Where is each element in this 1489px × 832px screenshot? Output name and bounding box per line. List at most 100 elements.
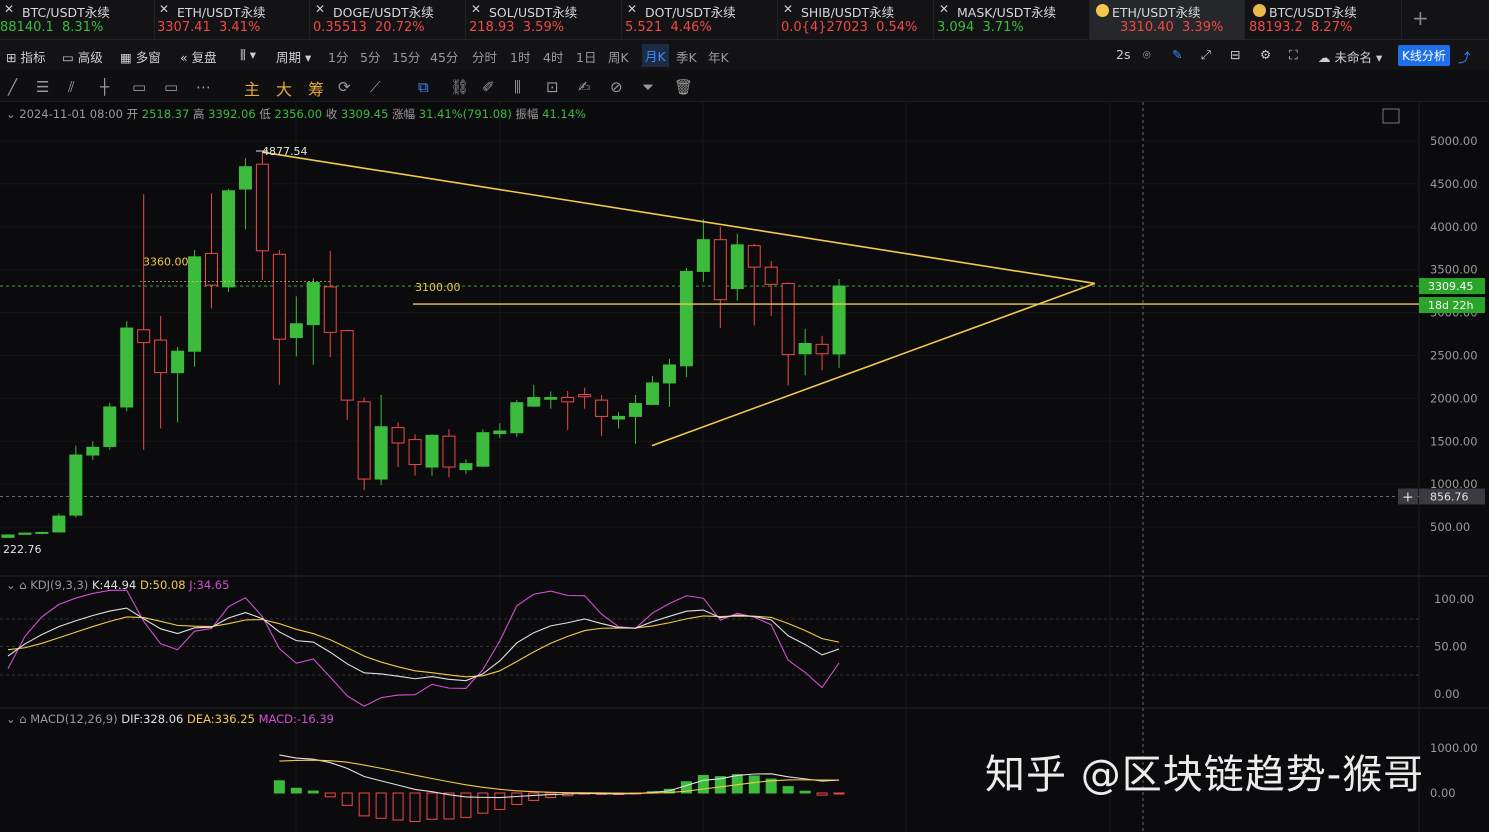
macd-histogram-bar <box>833 792 845 795</box>
macd-histogram-bar <box>816 792 828 796</box>
macd-histogram-bar <box>341 792 353 806</box>
candle-body <box>730 244 744 290</box>
price-axis-label: 2000.00 <box>1430 391 1478 405</box>
candle-body <box>696 239 710 272</box>
macd-axis-label: 1000.00 <box>1430 741 1478 755</box>
candle-body <box>221 190 235 288</box>
candle-body <box>510 402 524 434</box>
candle-body <box>323 286 337 333</box>
candle-body <box>713 239 727 301</box>
kdj-j-line <box>7 589 840 707</box>
candle-body <box>408 439 422 465</box>
candle-body <box>493 430 507 435</box>
kdj-j: J:34.65 <box>189 578 230 592</box>
macd-histogram-bar <box>426 792 438 820</box>
candle-body <box>272 253 286 340</box>
macd-histogram-bar <box>392 792 404 821</box>
candle-body <box>306 282 320 326</box>
candle-body <box>137 329 151 344</box>
high-label: 4877.54 <box>262 145 308 158</box>
candle-body <box>52 515 66 533</box>
candle-body <box>645 382 659 405</box>
candle-body <box>679 270 693 367</box>
candle-body <box>561 397 575 403</box>
candle-body <box>238 166 252 190</box>
crosshair-price-text: 856.76 <box>1430 490 1469 503</box>
candle-body <box>747 245 761 268</box>
candle-body <box>832 285 846 355</box>
macd-histogram-bar <box>443 792 455 820</box>
macd-histogram-bar <box>409 792 421 823</box>
macd-histogram-bar <box>358 792 370 817</box>
candle-body <box>35 531 49 534</box>
candle-body <box>442 435 456 468</box>
candlestick-chart[interactable]: 5000.004500.004000.003500.003000.002500.… <box>0 0 1489 832</box>
candle-body <box>815 343 829 355</box>
macd-label: MACD(12,26,9) <box>30 712 118 726</box>
price-axis-label: 4000.00 <box>1430 220 1478 234</box>
macd-histogram-bar <box>375 792 387 819</box>
price-axis-label: 500.00 <box>1430 520 1470 534</box>
candle-body <box>18 532 32 535</box>
candle-body <box>578 394 592 398</box>
candle-body <box>527 397 541 407</box>
candle-body <box>476 432 490 467</box>
candle-body <box>1 534 15 538</box>
candle-body <box>425 434 439 468</box>
kdj-label: KDJ(9,3,3) <box>30 578 89 592</box>
macd-histogram-bar <box>748 775 760 794</box>
candle-body <box>662 364 676 384</box>
eye-icon[interactable]: ⌄ ⌂ <box>6 712 30 726</box>
macd-dif: DIF:328.06 <box>121 712 184 726</box>
candle-body <box>781 282 795 356</box>
candle-body <box>171 350 185 374</box>
lower-trendline[interactable] <box>651 282 1096 447</box>
kdj-axis-label: 100.00 <box>1434 592 1474 606</box>
macd-histogram-bar <box>273 780 285 794</box>
plus-icon[interactable]: + <box>1402 489 1414 505</box>
candle-body <box>357 401 371 480</box>
price-axis-label: 1500.00 <box>1430 434 1478 448</box>
candle-body <box>188 256 202 352</box>
candle-body <box>629 403 643 417</box>
macd-histogram-bar <box>290 787 302 794</box>
macd-histogram-bar <box>307 790 319 794</box>
level-3360-label: 3360.00 <box>143 256 189 269</box>
macd-axis-label: 0.00 <box>1430 786 1456 800</box>
candle-body <box>459 463 473 471</box>
candle-body <box>764 266 778 285</box>
candle-body <box>103 406 117 447</box>
macd-histogram-bar <box>799 790 811 794</box>
candle-body <box>86 446 100 456</box>
price-axis-label: 4500.00 <box>1430 177 1478 191</box>
macd-histogram-bar <box>697 775 709 794</box>
macd-dea: DEA:336.25 <box>187 712 255 726</box>
kdj-header: ⌄ ⌂ KDJ(9,3,3) K:44.94 D:50.08 J:34.65 <box>6 578 229 592</box>
candle-body <box>289 323 303 338</box>
upper-trendline[interactable] <box>262 151 1096 285</box>
macd-histogram-bar <box>528 792 540 801</box>
level-3100-label: 3100.00 <box>415 281 461 294</box>
candle-body <box>340 330 354 401</box>
watermark: 知乎 @区块链趋势-猴哥 <box>985 752 1425 798</box>
kdj-axis-label: 50.00 <box>1434 640 1467 654</box>
low-label: 222.76 <box>3 543 42 556</box>
price-axis-label: 3500.00 <box>1430 263 1478 277</box>
macd-histogram-bar <box>511 792 523 805</box>
countdown-tag-text: 18d 22h <box>1428 299 1473 312</box>
candle-body <box>69 454 83 516</box>
macd-histogram-bar <box>324 792 336 798</box>
maximize-icon[interactable] <box>1382 108 1400 124</box>
price-axis-label: 2500.00 <box>1430 349 1478 363</box>
eye-icon[interactable]: ⌄ ⌂ <box>6 578 30 592</box>
macd-histogram-bar <box>477 792 489 814</box>
candle-body <box>612 415 626 420</box>
candle-body <box>205 252 219 286</box>
macd-header: ⌄ ⌂ MACD(12,26,9) DIF:328.06 DEA:336.25 … <box>6 712 334 726</box>
candle-body <box>120 327 134 408</box>
kdj-axis-label: 0.00 <box>1434 687 1460 701</box>
candle-body <box>374 426 388 480</box>
candle-body <box>391 427 405 444</box>
macd-value: MACD:-16.39 <box>258 712 334 726</box>
last-price-tag-text: 3309.45 <box>1428 280 1474 293</box>
